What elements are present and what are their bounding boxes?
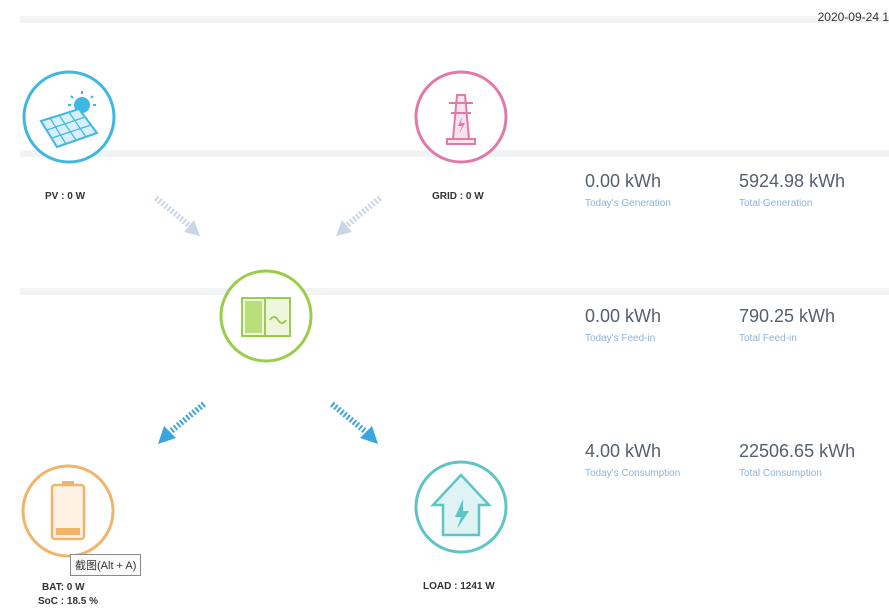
total-feed-in-caption: Total Feed-in	[739, 333, 797, 344]
battery-icon	[21, 464, 115, 558]
today-consumption-stat: 4.00 kWh Today's Consumption	[585, 441, 680, 479]
battery-soc-label: SoC : 18.5 %	[38, 596, 99, 607]
flow-arrow-pv-to-inverter	[154, 195, 200, 236]
total-consumption-value: 22506.65 kWh	[739, 441, 856, 461]
total-consumption-stat: 22506.65 kWh Total Consumption	[739, 441, 855, 479]
total-generation-stat: 5924.98 kWh Total Generation	[739, 171, 845, 209]
grid-node[interactable]	[413, 69, 509, 165]
today-generation-caption: Today's Generation	[585, 198, 671, 209]
grid-tower-icon	[414, 70, 508, 164]
today-generation-value: 0.00 kWh	[585, 171, 662, 191]
pv-power-label: PV : 0 W	[45, 191, 86, 202]
flow-arrow-inverter-to-battery	[158, 401, 206, 444]
grid-power-label: GRID : 0 W	[432, 191, 484, 202]
pv-node[interactable]	[21, 69, 117, 165]
datetime-label: 2020-09-24 1	[817, 10, 889, 24]
row-divider	[20, 288, 889, 295]
battery-node[interactable]	[20, 463, 116, 559]
today-consumption-value: 4.00 kWh	[585, 441, 662, 461]
inverter-node[interactable]	[218, 268, 314, 364]
total-consumption-caption: Total Consumption	[739, 468, 822, 479]
today-feed-in-caption: Today's Feed-in	[585, 333, 656, 344]
battery-power-label: BAT: 0 W	[42, 582, 85, 593]
today-feed-in-stat: 0.00 kWh Today's Feed-in	[585, 306, 661, 344]
inverter-icon	[219, 269, 313, 363]
header-divider	[20, 16, 889, 23]
home-icon	[414, 460, 508, 554]
today-generation-stat: 0.00 kWh Today's Generation	[585, 171, 671, 209]
solar-panel-icon	[22, 70, 116, 164]
total-generation-value: 5924.98 kWh	[739, 171, 846, 191]
load-power-label: LOAD : 1241 W	[423, 581, 495, 592]
today-feed-in-value: 0.00 kWh	[585, 306, 662, 326]
screenshot-tooltip: 截图(Alt + A)	[70, 554, 142, 576]
today-consumption-caption: Today's Consumption	[585, 468, 681, 479]
flow-arrow-inverter-to-load	[330, 401, 378, 444]
total-generation-caption: Total Generation	[739, 198, 813, 209]
flow-arrow-grid-to-inverter	[336, 195, 382, 236]
load-node[interactable]	[413, 459, 509, 555]
total-feed-in-value: 790.25 kWh	[739, 306, 836, 326]
total-feed-in-stat: 790.25 kWh Total Feed-in	[739, 306, 835, 344]
